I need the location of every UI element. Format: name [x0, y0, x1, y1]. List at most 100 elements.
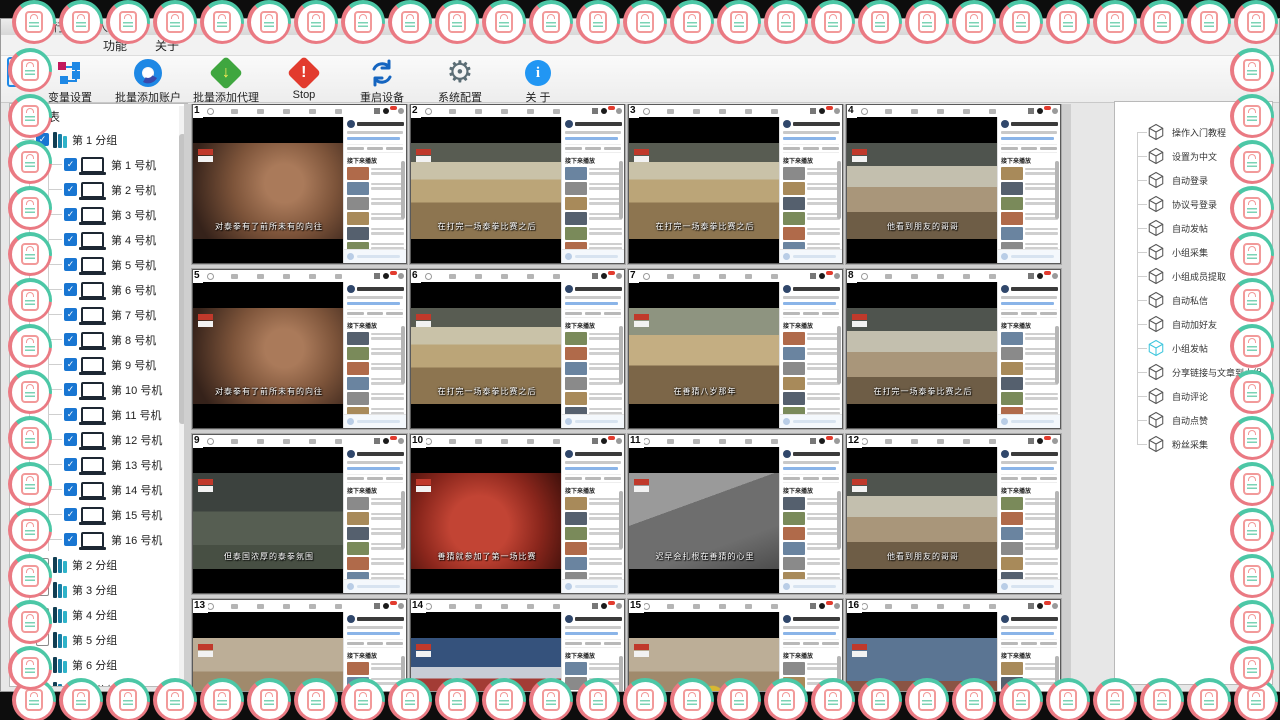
checkbox[interactable]: ✓: [64, 458, 77, 471]
up-next-item[interactable]: [347, 211, 404, 225]
up-next-item[interactable]: [347, 556, 404, 570]
up-next-item[interactable]: [783, 166, 840, 180]
video-player[interactable]: 在打完一场泰拳比赛之后: [411, 282, 563, 428]
video-player[interactable]: [411, 612, 563, 691]
up-next-item[interactable]: [565, 526, 622, 540]
up-next-item[interactable]: [783, 196, 840, 210]
device-screen-panel[interactable]: 8 在打完一场泰拳比赛之后 接下来播放: [846, 269, 1061, 429]
video-player[interactable]: 迟早会扎根在善猜的心里: [629, 447, 781, 593]
sidebar-scrollbar[interactable]: [619, 491, 623, 549]
video-player[interactable]: 他看到朋友的哥哥: [847, 447, 999, 593]
video-player[interactable]: 在打完一场泰拳比赛之后: [411, 117, 563, 263]
up-next-item[interactable]: [1001, 361, 1058, 375]
up-next-item[interactable]: [1001, 211, 1058, 225]
up-next-item[interactable]: [783, 556, 840, 570]
up-next-item[interactable]: [565, 181, 622, 195]
checkbox[interactable]: ✓: [64, 283, 77, 296]
up-next-item[interactable]: [1001, 526, 1058, 540]
up-next-item[interactable]: [565, 331, 622, 345]
up-next-item[interactable]: [347, 346, 404, 360]
up-next-item[interactable]: [783, 541, 840, 555]
up-next-item[interactable]: [783, 661, 840, 675]
video-player[interactable]: 对泰拳有了前所未有的向往: [193, 282, 345, 428]
up-next-item[interactable]: [1001, 541, 1058, 555]
checkbox[interactable]: ✓: [64, 333, 77, 346]
video-player[interactable]: 善猜就参加了第一场比赛: [411, 447, 563, 593]
up-next-item[interactable]: [783, 226, 840, 240]
device-screen-panel[interactable]: 3 在打完一场泰拳比赛之后 接下来播放: [628, 104, 843, 264]
toolbar-stop[interactable]: ! Stop: [265, 56, 343, 101]
up-next-item[interactable]: [347, 196, 404, 210]
up-next-item[interactable]: [783, 376, 840, 390]
device-screen-panel[interactable]: 4 他看到朋友的哥哥 接下来播放: [846, 104, 1061, 264]
up-next-item[interactable]: [1001, 226, 1058, 240]
device-screen-panel[interactable]: 7 在善猜八岁那年 接下来播放: [628, 269, 843, 429]
up-next-item[interactable]: [565, 556, 622, 570]
sidebar-scrollbar[interactable]: [1055, 491, 1059, 549]
checkbox[interactable]: ✓: [64, 258, 77, 271]
toolbar-restart-device[interactable]: 重启设备: [343, 56, 421, 105]
up-next-item[interactable]: [783, 391, 840, 405]
up-next-item[interactable]: [783, 361, 840, 375]
up-next-item[interactable]: [783, 526, 840, 540]
up-next-item[interactable]: [347, 526, 404, 540]
up-next-item[interactable]: [565, 361, 622, 375]
sidebar-scrollbar[interactable]: [401, 491, 405, 549]
sidebar-scrollbar[interactable]: [401, 326, 405, 384]
up-next-item[interactable]: [565, 226, 622, 240]
checkbox[interactable]: ✓: [64, 183, 77, 196]
up-next-item[interactable]: [565, 496, 622, 510]
device-screen-panel[interactable]: 12 他看到朋友的哥哥 接下来播放: [846, 434, 1061, 594]
up-next-item[interactable]: [1001, 346, 1058, 360]
up-next-item[interactable]: [783, 496, 840, 510]
up-next-item[interactable]: [1001, 556, 1058, 570]
sidebar-scrollbar[interactable]: [619, 656, 623, 691]
device-screen-panel[interactable]: 9 但泰国浓厚的泰拳氛围 接下来播放: [192, 434, 407, 594]
up-next-item[interactable]: [1001, 496, 1058, 510]
up-next-item[interactable]: [565, 211, 622, 225]
device-screen-panel[interactable]: 2 在打完一场泰拳比赛之后 接下来播放: [410, 104, 625, 264]
up-next-item[interactable]: [347, 511, 404, 525]
up-next-item[interactable]: [565, 166, 622, 180]
checkbox[interactable]: ✓: [64, 208, 77, 221]
up-next-item[interactable]: [565, 541, 622, 555]
toolbar-system-config[interactable]: ⚙ 系统配置: [421, 56, 499, 105]
checkbox[interactable]: ✓: [64, 383, 77, 396]
up-next-item[interactable]: [565, 511, 622, 525]
up-next-item[interactable]: [347, 391, 404, 405]
up-next-item[interactable]: [1001, 376, 1058, 390]
sidebar-scrollbar[interactable]: [837, 161, 841, 219]
video-player[interactable]: 在善猜八岁那年: [629, 282, 781, 428]
up-next-item[interactable]: [1001, 196, 1058, 210]
sidebar-scrollbar[interactable]: [837, 491, 841, 549]
device-screen-panel[interactable]: 5 对泰拳有了前所未有的向往 接下来播放: [192, 269, 407, 429]
up-next-item[interactable]: [565, 661, 622, 675]
up-next-item[interactable]: [347, 331, 404, 345]
checkbox[interactable]: ✓: [64, 483, 77, 496]
toolbar-batch-add-proxy[interactable]: ↓ 批量添加代理: [187, 56, 265, 105]
sidebar-scrollbar[interactable]: [619, 326, 623, 384]
sidebar-scrollbar[interactable]: [1055, 326, 1059, 384]
up-next-item[interactable]: [783, 331, 840, 345]
video-player[interactable]: 对泰拳有了前所未有的向往: [193, 117, 345, 263]
up-next-item[interactable]: [347, 541, 404, 555]
checkbox[interactable]: ✓: [64, 308, 77, 321]
checkbox[interactable]: ✓: [64, 358, 77, 371]
checkbox[interactable]: ✓: [64, 233, 77, 246]
up-next-item[interactable]: [347, 496, 404, 510]
up-next-item[interactable]: [565, 376, 622, 390]
up-next-item[interactable]: [565, 346, 622, 360]
device-screen-panel[interactable]: 11 迟早会扎根在善猜的心里 接下来播放: [628, 434, 843, 594]
up-next-item[interactable]: [1001, 391, 1058, 405]
up-next-item[interactable]: [565, 196, 622, 210]
video-player[interactable]: 他看到朋友的哥哥: [847, 117, 999, 263]
checkbox[interactable]: ✓: [64, 433, 77, 446]
up-next-item[interactable]: [347, 226, 404, 240]
up-next-item[interactable]: [783, 511, 840, 525]
up-next-item[interactable]: [347, 361, 404, 375]
checkbox[interactable]: ✓: [64, 158, 77, 171]
device-screen-panel[interactable]: 6 在打完一场泰拳比赛之后 接下来播放: [410, 269, 625, 429]
up-next-item[interactable]: [347, 661, 404, 675]
sidebar-scrollbar[interactable]: [401, 161, 405, 219]
up-next-item[interactable]: [565, 391, 622, 405]
